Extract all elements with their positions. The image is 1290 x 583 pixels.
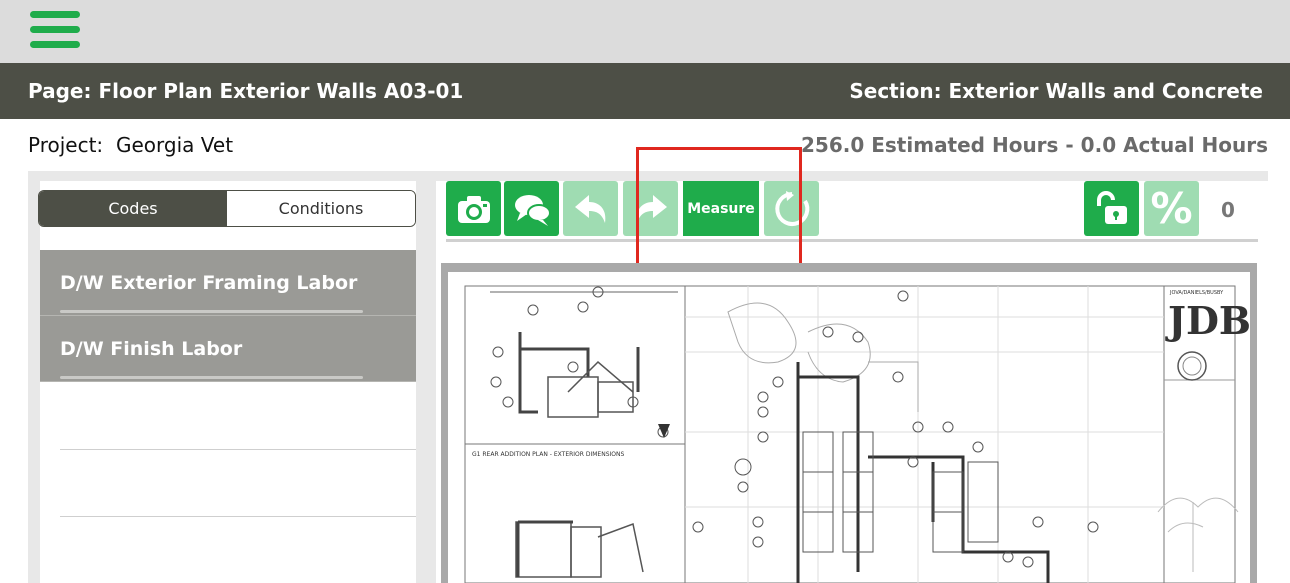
- count-value: 0: [1221, 198, 1235, 222]
- progress-bar: [60, 376, 363, 379]
- code-label: D/W Finish Labor: [60, 338, 243, 360]
- top-bar: [0, 0, 1290, 63]
- section-title: Section: Exterior Walls and Concrete: [849, 79, 1263, 103]
- code-label: D/W Exterior Framing Labor: [60, 272, 358, 294]
- title-block-text: JOVA/DANIELS/BUSBY: [1169, 290, 1224, 296]
- comments-button[interactable]: [504, 181, 559, 236]
- drawing-detail-label: G1 REAR ADDITION PLAN - EXTERIOR DIMENSI…: [472, 451, 624, 458]
- list-divider: [60, 516, 416, 517]
- floor-plan-drawing[interactable]: G1 REAR ADDITION PLAN - EXTERIOR DIMENSI…: [448, 272, 1250, 583]
- undo-icon: [574, 194, 605, 223]
- progress-bar: [60, 310, 363, 313]
- code-list: D/W Exterior Framing Labor D/W Finish La…: [40, 250, 416, 382]
- hamburger-icon[interactable]: [30, 11, 82, 49]
- list-item[interactable]: D/W Exterior Framing Labor: [40, 250, 416, 316]
- list-item[interactable]: D/W Finish Labor: [40, 316, 416, 382]
- unlock-icon: [1096, 190, 1127, 224]
- hours-summary: 256.0 Estimated Hours - 0.0 Actual Hours: [801, 133, 1268, 157]
- refresh-button[interactable]: [764, 181, 819, 236]
- codes-conditions-toggle: Codes Conditions: [38, 190, 416, 227]
- redo-icon: [636, 194, 667, 223]
- camera-icon: [457, 195, 490, 223]
- camera-button[interactable]: [446, 181, 501, 236]
- comments-icon: [514, 194, 551, 226]
- measure-button[interactable]: Measure: [683, 181, 759, 236]
- list-divider: [60, 449, 416, 450]
- toolbar-divider: [446, 239, 1258, 242]
- left-panel: [40, 181, 416, 583]
- tab-conditions[interactable]: Conditions: [227, 191, 415, 226]
- project-name: Georgia Vet: [116, 133, 234, 157]
- page-title: Page: Floor Plan Exterior Walls A03-01: [28, 79, 464, 103]
- title-bar: Page: Floor Plan Exterior Walls A03-01 S…: [0, 63, 1290, 119]
- floor-plan-svg: G1 REAR ADDITION PLAN - EXTERIOR DIMENSI…: [464, 285, 1250, 583]
- lock-button[interactable]: [1084, 181, 1139, 236]
- undo-button[interactable]: [563, 181, 618, 236]
- jdb-logo: JDB: [1165, 298, 1250, 343]
- redo-button[interactable]: [623, 181, 678, 236]
- percent-button[interactable]: %: [1144, 181, 1199, 236]
- project-label: Project:: [28, 133, 104, 157]
- project-row: Project: Georgia Vet 256.0 Estimated Hou…: [0, 119, 1290, 171]
- tab-codes[interactable]: Codes: [39, 191, 227, 226]
- refresh-icon: [774, 190, 809, 226]
